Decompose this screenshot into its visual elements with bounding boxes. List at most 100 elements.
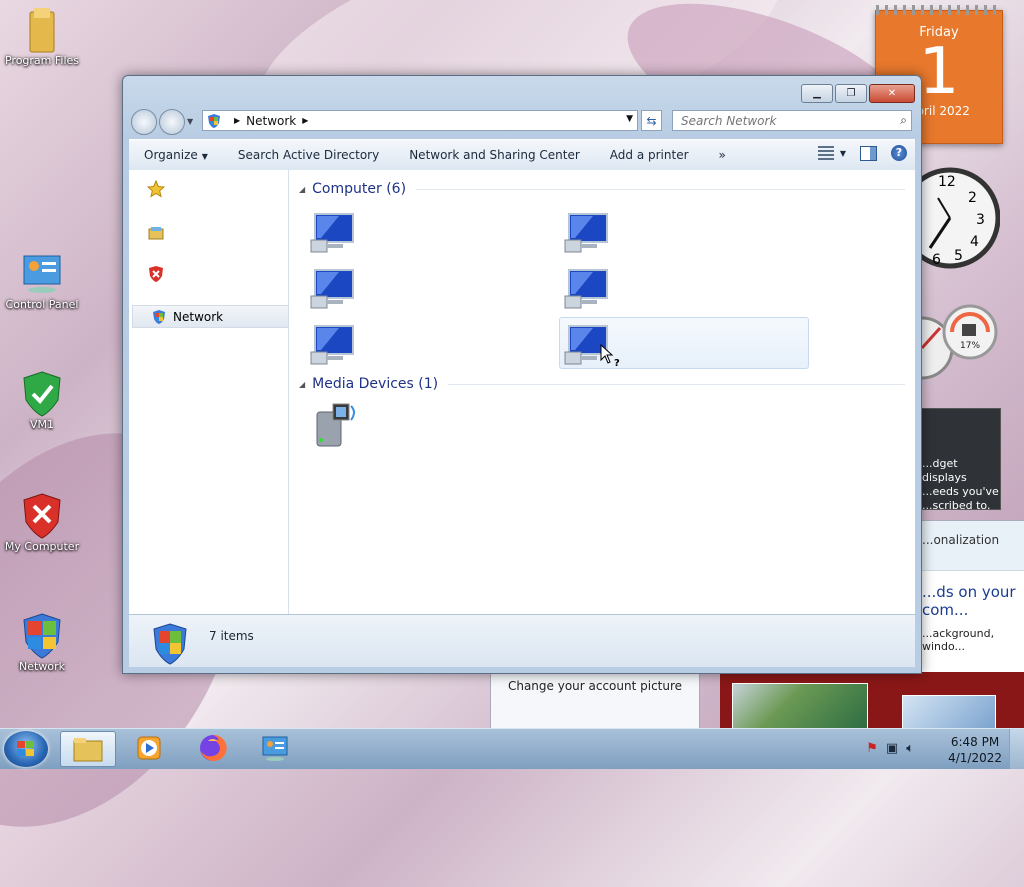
organize-label: Organize	[144, 148, 198, 162]
desktop-icon-label: Network	[19, 660, 65, 673]
close-button[interactable]: ✕	[869, 84, 915, 103]
address-bar[interactable]: ▶ Network ▶ ▼	[202, 110, 638, 131]
personalization-heading: ...ds on your com...	[922, 583, 1016, 619]
personalization-breadcrumb: ...onalization	[918, 521, 1024, 571]
theme-thumbnail[interactable]	[902, 695, 996, 730]
account-window[interactable]: Change your account picture	[490, 670, 700, 730]
change-view-icon[interactable]	[817, 146, 834, 160]
mouse-cursor-busy-icon: ?	[600, 344, 620, 368]
group-divider	[448, 383, 905, 385]
network-sharing-center-button[interactable]: Network and Sharing Center	[394, 140, 595, 170]
back-button[interactable]	[131, 109, 157, 135]
group-header-computer[interactable]: ◢ Computer (6)	[299, 179, 905, 199]
add-printer-button[interactable]: Add a printer	[595, 140, 704, 170]
taskbar: ⚑ ▣ 🔈︎ 6:48 PM 4/1/2022	[0, 728, 1024, 769]
svg-text:2: 2	[968, 190, 977, 206]
search-icon[interactable]: ⌕	[900, 113, 907, 128]
minimize-button[interactable]: ▁	[801, 84, 833, 103]
address-dropdown-icon[interactable]: ▼	[626, 114, 633, 124]
shield-x-icon[interactable]	[147, 265, 165, 283]
search-input[interactable]	[679, 113, 893, 129]
computer-icon	[310, 269, 354, 309]
network-shield-icon	[208, 113, 220, 128]
desktop-icon-vm1[interactable]: VM1	[0, 370, 84, 431]
computer-item[interactable]	[563, 266, 613, 310]
taskbar-control-panel-button[interactable]	[248, 731, 302, 765]
computer-icon	[310, 213, 354, 253]
control-panel-icon	[262, 736, 288, 761]
refresh-icon: ⇆	[646, 113, 657, 128]
personalization-desc: ...ackground, windo...	[922, 627, 995, 653]
personalization-window[interactable]: ...onalization ...ds on your com... ...a…	[917, 520, 1024, 682]
computer-item[interactable]	[309, 210, 359, 254]
refresh-button[interactable]: ⇆	[641, 110, 662, 131]
desktop-icon-program-files[interactable]: Program Files	[0, 6, 84, 67]
organize-button[interactable]: Organize ▼	[129, 140, 223, 170]
chevron-down-icon: ▼	[201, 152, 208, 161]
shield-check-icon	[20, 370, 64, 417]
star-icon[interactable]	[147, 180, 165, 198]
firefox-icon	[200, 734, 227, 761]
more-commands-button[interactable]: »	[704, 140, 741, 170]
change-account-picture-link[interactable]: Change your account picture	[491, 671, 699, 693]
collapse-triangle-icon[interactable]: ◢	[299, 380, 305, 389]
breadcrumb-network[interactable]: Network	[246, 114, 296, 128]
navigation-bar: ▼ ▶ Network ▶ ▼ ⇆ ⌕	[131, 109, 913, 135]
computer-icon	[564, 269, 608, 309]
window-controls: ▁ ❐ ✕	[801, 84, 915, 103]
feed-text: ...dget displays ...eeds you've ...scrib…	[922, 457, 999, 512]
action-center-flag-icon[interactable]: ⚑	[866, 741, 878, 756]
desktop-icon-label: My Computer	[4, 540, 80, 553]
desktop-icon-control-panel[interactable]: Control Panel	[0, 250, 84, 311]
breadcrumb-arrow-icon[interactable]: ▶	[234, 116, 240, 125]
preview-pane-icon[interactable]	[860, 145, 877, 161]
svg-text:?: ?	[614, 358, 620, 368]
view-controls: ▼ ?	[817, 145, 907, 161]
explorer-window[interactable]: ▁ ❐ ✕ ▼ ▶ Network ▶ ▼ ⇆ ⌕ Organize▼ Sear…	[122, 75, 922, 674]
meter-percent: 17%	[960, 341, 980, 351]
media-player-icon	[137, 736, 161, 760]
calendar-rings	[876, 5, 1002, 15]
search-active-directory-button[interactable]: Search Active Directory	[223, 140, 394, 170]
breadcrumb-arrow-icon[interactable]: ▶	[302, 116, 308, 125]
media-device-item[interactable]	[313, 402, 357, 450]
restore-button[interactable]: ❐	[835, 84, 867, 103]
nav-item-network[interactable]: Network	[132, 305, 289, 328]
volume-icon[interactable]: 🔈︎	[906, 741, 914, 756]
folder-icon	[73, 738, 103, 762]
show-desktop-button[interactable]	[1009, 729, 1024, 769]
feed-gadget[interactable]: ...dget displays ...eeds you've ...scrib…	[917, 408, 1001, 512]
taskbar-media-player-button[interactable]	[122, 731, 176, 765]
taskbar-explorer-button[interactable]	[60, 731, 116, 767]
network-tray-icon[interactable]: ▣	[886, 741, 898, 756]
media-server-icon	[316, 403, 355, 447]
details-pane: 7 items	[129, 614, 915, 667]
desktop-icon-my-computer[interactable]: My Computer	[0, 492, 84, 553]
desktop-icon-label: Control Panel	[5, 298, 79, 311]
forward-button[interactable]	[159, 109, 185, 135]
explorer-body: Network ◢ Computer (6) ◢ Media Devices (…	[129, 170, 915, 615]
computer-item[interactable]	[309, 266, 359, 310]
group-header-media-devices[interactable]: ◢ Media Devices (1)	[299, 374, 905, 394]
start-button[interactable]	[4, 731, 48, 767]
theme-thumbnail[interactable]	[732, 683, 868, 730]
taskbar-firefox-button[interactable]	[186, 731, 240, 765]
computer-icon	[564, 213, 608, 253]
library-icon[interactable]	[147, 224, 165, 242]
computer-item[interactable]	[309, 322, 359, 366]
help-icon[interactable]: ?	[891, 145, 907, 161]
taskbar-clock[interactable]: 6:48 PM 4/1/2022	[948, 734, 1002, 766]
folder-icon	[20, 6, 64, 53]
group-divider	[416, 188, 905, 190]
svg-text:6: 6	[932, 252, 941, 268]
recent-pages-dropdown[interactable]: ▼	[187, 117, 193, 126]
computer-item[interactable]	[563, 210, 613, 254]
search-box[interactable]: ⌕	[672, 110, 912, 131]
view-dropdown-icon[interactable]: ▼	[840, 149, 846, 158]
svg-text:12: 12	[938, 174, 956, 190]
desktop-icon-network[interactable]: Network	[0, 612, 84, 673]
computer-icon	[310, 325, 354, 365]
collapse-triangle-icon[interactable]: ◢	[299, 185, 305, 194]
svg-text:4: 4	[970, 234, 979, 250]
svg-text:5: 5	[954, 248, 963, 264]
